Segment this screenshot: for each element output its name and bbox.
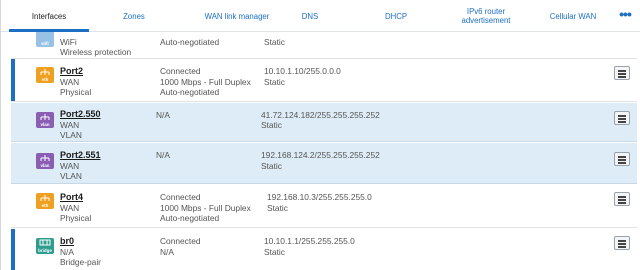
interface-ip-mode: Static — [264, 37, 285, 47]
tab-dhcp[interactable]: DHCP — [369, 0, 423, 32]
interface-ip-mode: Static — [264, 247, 285, 257]
tab-ipv6-router-advertisement[interactable]: IPv6 router advertisement — [445, 0, 527, 32]
interface-kind: Wireless protection — [60, 47, 132, 57]
interface-ip-mode: Static — [264, 77, 285, 87]
interface-negotiation: Auto-negotiated — [160, 213, 220, 223]
interface-speed: 1000 Mbps - Full Duplex — [160, 203, 251, 213]
interface-kind: VLAN — [60, 130, 82, 140]
interface-kind: Physical — [60, 213, 92, 223]
interface-zone: WAN — [60, 161, 80, 171]
interface-status: Connected — [160, 192, 201, 202]
tab-bar: Interfaces Zones WAN link manager DNS DH… — [1, 0, 640, 32]
interface-ip: 41.72.124.182/255.255.255.252 — [261, 110, 380, 120]
interface-name-link[interactable]: Port4 — [60, 192, 83, 202]
row-menu-button[interactable] — [614, 152, 630, 166]
interface-name-link[interactable]: Port2.551 — [60, 150, 101, 160]
interface-zone: WiFi — [60, 37, 77, 47]
tab-dns[interactable]: DNS — [289, 0, 331, 32]
wifi-interface-icon: wifi — [36, 32, 54, 47]
interface-ip-mode: Static — [261, 120, 282, 130]
interface-kind: Bridge-pair — [60, 257, 101, 267]
interface-zone: WAN — [60, 120, 80, 130]
interface-ip: 10.10.1.1/255.255.255.0 — [264, 236, 355, 246]
row-menu-button[interactable] — [614, 66, 630, 80]
interface-negotiation: Auto-negotiated — [160, 87, 220, 97]
interface-negotiation: Auto-negotiated — [160, 37, 220, 47]
interface-name-link[interactable]: Port2.550 — [60, 109, 101, 119]
interface-ip-mode: Static — [261, 161, 282, 171]
interface-kind: Physical — [60, 87, 92, 97]
row-menu-button[interactable] — [614, 236, 630, 250]
interface-status: Connected — [160, 66, 201, 76]
tab-interfaces[interactable]: Interfaces — [9, 0, 89, 32]
page: Interfaces Zones WAN link manager DNS DH… — [0, 0, 640, 270]
interface-ip-mode: Static — [267, 203, 288, 213]
interface-speed: N/A — [160, 247, 174, 257]
interface-status: N/A — [156, 110, 170, 120]
tab-zones[interactable]: Zones — [105, 0, 163, 32]
interface-row-port2-550[interactable]: vlan Port2.550 WAN VLAN N/A 41.72.124.18… — [11, 103, 637, 142]
row-accent-bar — [11, 229, 15, 270]
interface-status: Connected — [160, 236, 201, 246]
row-menu-button[interactable] — [614, 192, 630, 206]
interface-row-port2-551[interactable]: vlan Port2.551 WAN VLAN N/A 192.168.124.… — [11, 143, 637, 184]
interface-ip: 192.168.10.3/255.255.255.0 — [267, 192, 372, 202]
interface-ip: 10.10.1.10/255.0.0.0 — [264, 66, 341, 76]
interface-status: N/A — [156, 150, 170, 160]
interface-row-br0[interactable]: bridge br0 N/A Bridge-pair Connected N/A… — [11, 229, 637, 270]
ethernet-icon: eth — [36, 67, 54, 83]
interface-kind: VLAN — [60, 171, 82, 181]
row-menu-button[interactable] — [614, 111, 630, 125]
vlan-icon: vlan — [36, 112, 54, 128]
interface-name-link[interactable]: Port2 — [60, 66, 83, 76]
interface-zone: N/A — [60, 247, 74, 257]
row-accent-bar — [11, 59, 15, 101]
more-tabs-button[interactable]: ••• — [615, 7, 635, 22]
interface-row-port4[interactable]: eth Port4 WAN Physical Connected 1000 Mb… — [11, 185, 637, 228]
interface-list: wifi WiFi Wireless protection Auto-negot… — [11, 32, 637, 270]
interface-row-port2[interactable]: eth Port2 WAN Physical Connected 1000 Mb… — [11, 59, 637, 102]
interface-speed: 1000 Mbps - Full Duplex — [160, 77, 251, 87]
interface-ip: 192.168.124.2/255.255.255.252 — [261, 150, 380, 160]
interface-row-wifi: wifi WiFi Wireless protection Auto-negot… — [11, 32, 637, 59]
bridge-icon: bridge — [36, 238, 54, 254]
vlan-icon: vlan — [36, 153, 54, 169]
ethernet-icon: eth — [36, 193, 54, 209]
tab-wan-link-manager[interactable]: WAN link manager — [181, 0, 293, 32]
interface-zone: WAN — [60, 203, 80, 213]
tab-cellular-wan[interactable]: Cellular WAN — [537, 0, 609, 32]
interface-name-link[interactable]: br0 — [60, 236, 74, 246]
interface-zone: WAN — [60, 77, 80, 87]
